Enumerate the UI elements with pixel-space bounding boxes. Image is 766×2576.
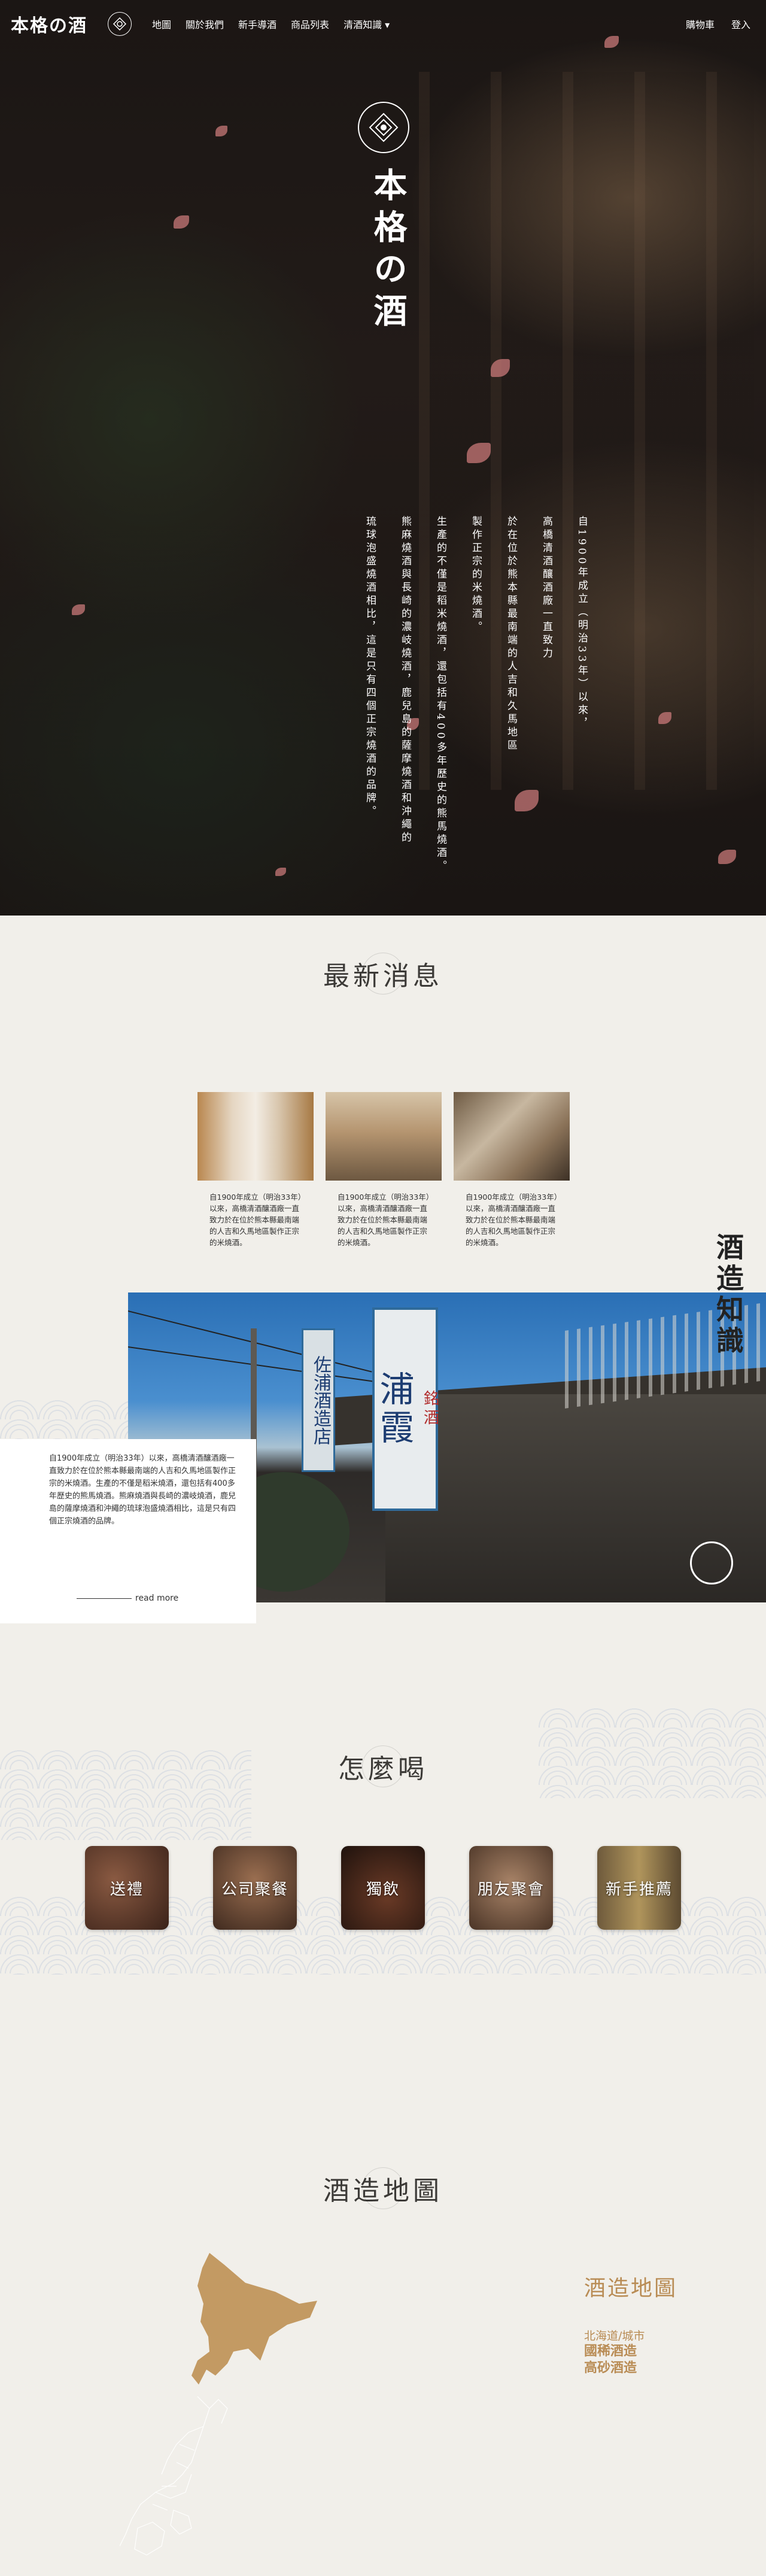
how-card-friends[interactable]: 朋友聚會 [469, 1846, 553, 1930]
japan-map [120, 2253, 317, 2556]
news-heading-wrap: 最新消息 [0, 953, 766, 994]
how-heading: 怎麼喝 [338, 1745, 428, 1787]
map-heading-wrap: 酒造地圖 [0, 2167, 766, 2209]
news-text: 自1900年成立（明治33年）以來，高橋清酒釀酒廠一直致力於在位於熊本縣最南端的… [338, 1193, 430, 1247]
heading-emblem-icon [362, 2167, 404, 2209]
map-legend-title: 酒造地圖 [584, 2276, 678, 2301]
news-card[interactable]: 自1900年成立（明治33年）以來，高橋清酒釀酒廠一直致力於在位於熊本縣最南端的… [326, 1092, 442, 1248]
how-card-label: 送禮 [110, 1880, 144, 1899]
hero-text-line: 高橋清酒釀酒廠一直致力 [540, 516, 552, 661]
map-region-label[interactable]: 北海道/城市 [584, 2327, 677, 2343]
how-grid: 送禮 公司聚餐 獨飲 朋友聚會 新手推薦 [85, 1846, 681, 1930]
map-heading: 酒造地圖 [323, 2167, 443, 2209]
nav-item-knowledge-label: 清酒知識 [344, 19, 382, 31]
brewery-sign-main: 浦霞 [373, 1371, 415, 1447]
nav-item-about[interactable]: 關於我們 [186, 17, 224, 31]
site-logo[interactable]: 本格の酒 [11, 11, 87, 37]
news-text: 自1900年成立（明治33年）以來，高橋清酒釀酒廠一直致力於在位於熊本縣最南端的… [466, 1193, 558, 1247]
how-card-beginner[interactable]: 新手推薦 [597, 1846, 681, 1930]
petal [72, 604, 85, 615]
hero-text-line: 生產的不僅是稻米燒酒，還包括有400多年歷史的熊馬燒酒。 [434, 516, 446, 874]
hero-emblem-icon [358, 102, 409, 153]
knowledge-text-box: 自1900年成立（明治33年）以來，高橋清酒釀酒廠一直致力於在位於熊本縣最南端的… [0, 1439, 256, 1623]
news-image-workers[interactable] [454, 1092, 570, 1181]
nav-item-products[interactable]: 商品列表 [291, 17, 329, 31]
petal [658, 712, 671, 724]
news-card[interactable]: 自1900年成立（明治33年）以來，高橋清酒釀酒廠一直致力於在位於熊本縣最南端的… [197, 1092, 314, 1248]
brewery-sign: 銘酒 浦霞 [372, 1307, 439, 1511]
knowledge-body: 自1900年成立（明治33年）以來，高橋清酒釀酒廠一直致力於在位於熊本縣最南端的… [49, 1454, 236, 1526]
read-more-link[interactable]: read more [77, 1593, 178, 1603]
how-card-label: 獨飲 [366, 1880, 400, 1899]
news-heading: 最新消息 [323, 953, 443, 994]
map-legend: 酒造地圖 北海道/城市 國稀酒造 高砂酒造 [584, 2271, 677, 2377]
read-more-line [77, 1598, 132, 1599]
side-sign: 佐浦酒造店 [302, 1328, 335, 1472]
how-card-gift[interactable]: 送禮 [85, 1846, 169, 1930]
petal [215, 126, 227, 136]
map-honshu-outline [120, 2396, 228, 2556]
brewery-sign-top: 銘酒 [421, 1390, 439, 1428]
cart-link[interactable]: 購物車 [686, 17, 715, 31]
brewery-logo-icon [690, 1541, 733, 1584]
news-image-brewers[interactable] [197, 1092, 314, 1181]
news-card[interactable]: 自1900年成立（明治33年）以來，高橋清酒釀酒廠一直致力於在位於熊本縣最南端的… [454, 1092, 570, 1248]
hero-text-line: 製作正宗的米燒酒。 [470, 516, 482, 634]
petal [275, 868, 286, 876]
hero-title: 本格の酒 [368, 168, 408, 335]
brewery-link[interactable]: 國稀酒造 [584, 2343, 677, 2360]
read-more-label: read more [135, 1593, 179, 1603]
heading-emblem-icon [362, 953, 404, 994]
hero-text-line: 自1900年成立（明治33年）以來， [576, 516, 588, 731]
hero-text-line: 琉球泡盛燒酒相比，這是只有四個正宗燒酒的品牌。 [364, 516, 376, 819]
nav-item-knowledge[interactable]: 清酒知識 ▾ [344, 17, 390, 31]
news-image-interior[interactable] [326, 1092, 442, 1181]
chevron-down-icon: ▾ [385, 19, 390, 31]
how-card-company-dinner[interactable]: 公司聚餐 [213, 1846, 297, 1930]
petal [467, 443, 491, 463]
brewery-link[interactable]: 高砂酒造 [584, 2360, 677, 2377]
nav-item-beginner[interactable]: 新手導酒 [238, 17, 276, 31]
logo-emblem-icon[interactable] [108, 12, 132, 36]
news-text: 自1900年成立（明治33年）以來，高橋清酒釀酒廠一直致力於在位於熊本縣最南端的… [209, 1193, 302, 1247]
heading-emblem-icon [362, 1745, 404, 1787]
petal [491, 359, 510, 377]
news-grid: 自1900年成立（明治33年）以來，高橋清酒釀酒廠一直致力於在位於熊本縣最南端的… [197, 1092, 570, 1248]
hero-text-columns: 自1900年成立（明治33年）以來， 高橋清酒釀酒廠一直致力 於在位於熊本縣最南… [364, 516, 588, 874]
petal [174, 215, 189, 229]
petal [718, 850, 736, 864]
main-nav: 地圖 關於我們 新手導酒 商品列表 清酒知識 ▾ [152, 17, 390, 31]
nav-item-map[interactable]: 地圖 [152, 17, 171, 31]
login-link[interactable]: 登入 [731, 17, 750, 31]
nav-right: 購物車 登入 [686, 17, 750, 31]
how-card-label: 新手推薦 [605, 1880, 673, 1899]
hero-section: 本格の酒 自1900年成立（明治33年）以來， 高橋清酒釀酒廠一直致力 於在位於… [0, 0, 766, 916]
hero-text-line: 於在位於熊本縣最南端的人吉和久馬地區 [505, 516, 517, 753]
map-region-hokkaido[interactable] [192, 2253, 317, 2385]
hero-text-line: 熊麻燒酒與長崎的濃岐燒酒，鹿兒島的薩摩燒酒和沖繩的 [399, 516, 411, 845]
how-card-label: 公司聚餐 [221, 1880, 288, 1899]
how-heading-wrap: 怎麼喝 [0, 1745, 766, 1787]
how-card-solo[interactable]: 獨飲 [341, 1846, 425, 1930]
how-card-label: 朋友聚會 [477, 1880, 545, 1899]
knowledge-title: 酒造知識 [712, 1233, 744, 1357]
site-header: 本格の酒 地圖 關於我們 新手導酒 商品列表 清酒知識 ▾ 購物車 登入 [0, 0, 766, 48]
